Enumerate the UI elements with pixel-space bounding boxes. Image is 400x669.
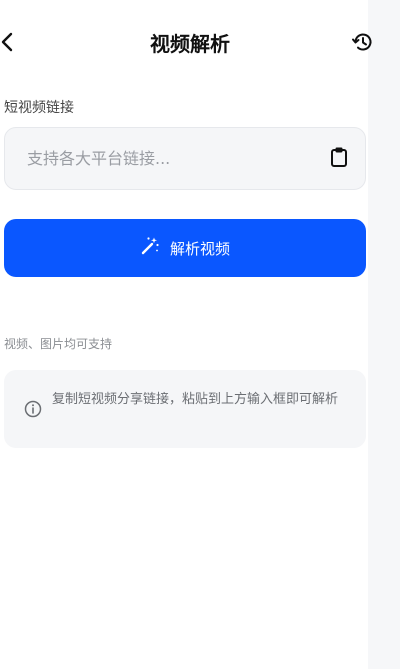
parse-video-button[interactable]: 解析视频: [4, 219, 366, 277]
page-title: 视频解析: [150, 32, 230, 56]
parse-video-button-label: 解析视频: [169, 239, 230, 258]
app-header: 视频解析: [0, 26, 380, 62]
clipboard-icon: [330, 146, 348, 172]
paste-button[interactable]: [327, 146, 351, 172]
magic-wand-icon: [140, 236, 160, 260]
tip-card: 复制短视频分享链接，粘贴到上方输入框即可解析: [4, 370, 366, 448]
history-icon: [351, 30, 375, 58]
info-icon: [24, 400, 42, 418]
tip-text: 复制短视频分享链接，粘贴到上方输入框即可解析: [52, 392, 339, 407]
link-field-label: 短视频链接: [4, 100, 74, 116]
history-button[interactable]: [349, 30, 377, 58]
link-input-container: [4, 127, 366, 190]
link-input[interactable]: [27, 128, 317, 189]
side-scroll-track: [368, 0, 400, 669]
support-text: 视频、图片均可支持: [4, 337, 113, 351]
